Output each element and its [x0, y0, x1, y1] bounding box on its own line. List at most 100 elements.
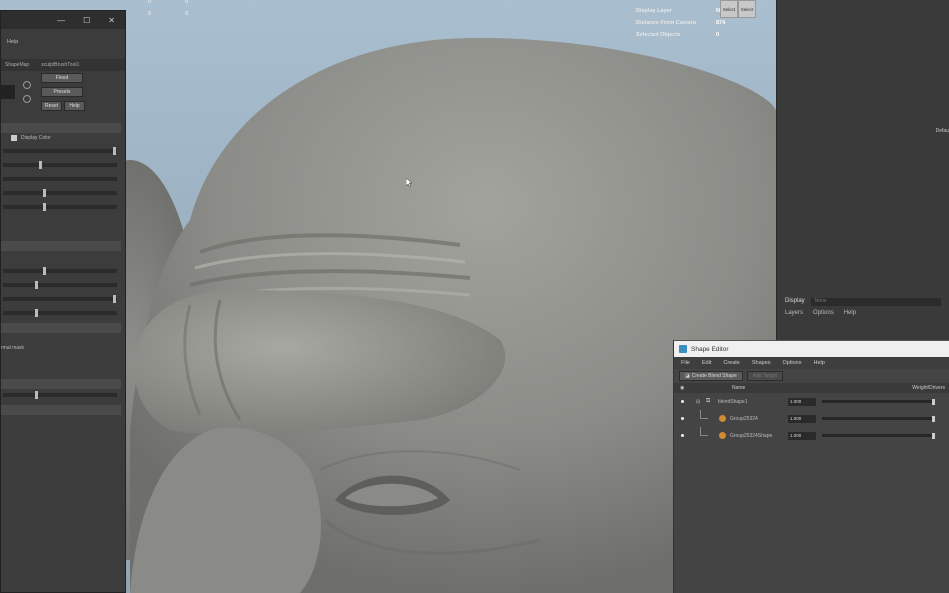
slider-handle[interactable] [932, 398, 935, 405]
visibility-icon[interactable] [681, 400, 684, 403]
presets-button[interactable]: Presets [41, 87, 83, 97]
brush-swatch [1, 85, 15, 99]
weight-slider[interactable] [822, 434, 934, 437]
slider[interactable] [3, 281, 117, 289]
display-field[interactable]: None [810, 298, 941, 306]
hud-value: 874 [716, 20, 726, 26]
menu-options[interactable]: Options [813, 310, 834, 316]
add-target-label: Add Target [752, 373, 777, 379]
display-color-label: Display Color [21, 135, 51, 141]
weight-value[interactable]: 1.000 [788, 414, 816, 423]
shape-editor-titlebar: Shape Editor [674, 341, 949, 357]
tool-settings-panel: — ☐ ✕ Help ShapeMap sculptBrushTool1 Flo… [0, 10, 126, 593]
menu-file[interactable]: File [681, 360, 690, 366]
hud-left: 0 0 0 0 [148, 0, 188, 20]
shape-editor-toolbar: ◪ Create Blend Shape Add Target [674, 369, 949, 383]
section-header[interactable] [1, 379, 121, 389]
reset-button[interactable]: Reset [41, 101, 62, 111]
display-label: Display [785, 298, 805, 304]
expand-icon[interactable]: ⊟ [696, 399, 700, 405]
slider[interactable] [3, 203, 117, 211]
mouse-cursor-icon [406, 178, 412, 187]
hud-right: Display LayerNo Distance From Camera874 … [636, 5, 725, 41]
section-header[interactable] [1, 241, 121, 251]
maximize-icon[interactable]: ☐ [83, 16, 90, 25]
shape-row[interactable]: Group25324 1.000 [674, 410, 949, 427]
menu-create[interactable]: Create [723, 360, 740, 366]
slider[interactable] [3, 267, 117, 275]
hud-key: Display Layer [636, 8, 672, 14]
tab-shapemap[interactable]: ShapeMap [5, 62, 29, 68]
name-column-header[interactable]: Name [732, 385, 745, 391]
add-target-button[interactable]: Add Target [746, 371, 783, 381]
help-label[interactable]: Help [7, 39, 18, 45]
menu-edit[interactable]: Edit [702, 360, 711, 366]
hud-value: 0 [148, 11, 152, 17]
radio-icon[interactable] [23, 95, 31, 103]
shape-name: blendShape1 [718, 398, 748, 405]
display-row: Display None [785, 298, 941, 306]
minimize-icon[interactable]: — [57, 16, 65, 25]
create-blend-shape-label: Create Blend Shape [691, 373, 737, 379]
weight-value[interactable]: 1.000 [788, 431, 816, 440]
shape-name: Group25324Shape [730, 432, 773, 439]
slider[interactable] [3, 309, 117, 317]
weight-slider[interactable] [822, 417, 934, 420]
select-button[interactable]: Select [720, 0, 738, 18]
create-blend-shape-button[interactable]: ◪ Create Blend Shape [679, 371, 743, 381]
hud-value: 0 [716, 32, 720, 38]
hud-value: 0 [185, 0, 189, 5]
shape-editor-menubar: File Edit Create Shapes Options Help [674, 357, 949, 369]
slider[interactable] [3, 161, 117, 169]
weight-column-header[interactable]: Weight/Drivers [912, 385, 945, 391]
window-title: Shape Editor [691, 345, 729, 353]
menu-help[interactable]: Help [844, 310, 856, 316]
slider[interactable] [3, 177, 117, 181]
hud-value: 0 [185, 11, 189, 17]
help-button[interactable]: Help [64, 101, 85, 111]
layer-menu: Layers Options Help [785, 310, 856, 316]
blend-icon: ◪ [685, 373, 690, 379]
shape-editor-window: Shape Editor File Edit Create Shapes Opt… [673, 340, 949, 593]
shape-list-header: ◉ Name Weight/Drivers [674, 383, 949, 393]
hud-select-buttons[interactable]: Select Select [720, 0, 756, 18]
slider[interactable] [3, 147, 117, 155]
target-icon [719, 432, 726, 439]
slider[interactable] [3, 295, 117, 303]
slider-handle[interactable] [932, 432, 935, 439]
visibility-icon[interactable] [681, 434, 684, 437]
menu-help[interactable]: Help [814, 360, 825, 366]
menu-layers[interactable]: Layers [785, 310, 803, 316]
hud-key: Selected Objects [636, 32, 681, 38]
tree-connector [700, 418, 708, 419]
weight-value[interactable]: 1.000 [788, 397, 816, 406]
target-icon [719, 415, 726, 422]
radio-icon[interactable] [23, 81, 31, 89]
shape-row[interactable]: Group25324Shape 1.000 [674, 427, 949, 444]
slider[interactable] [3, 391, 117, 399]
section-header[interactable] [1, 123, 121, 133]
layer-editor-panel: Defau Display None Layers Options Help [776, 0, 949, 340]
visibility-icon[interactable] [681, 417, 684, 420]
section-header[interactable] [1, 323, 121, 333]
slider-handle[interactable] [932, 415, 935, 422]
tree-connector [700, 435, 708, 436]
menu-shapes[interactable]: Shapes [752, 360, 771, 366]
tool-tabs: ShapeMap sculptBrushTool1 [1, 59, 125, 71]
display-color-checkbox[interactable] [11, 135, 17, 141]
hud-key: Distance From Camera [636, 20, 696, 26]
blendshape-icon: ⧉ [706, 398, 711, 404]
section-header[interactable] [1, 405, 121, 415]
edge-label: Defau [935, 128, 949, 134]
slider[interactable] [3, 189, 117, 197]
close-icon[interactable]: ✕ [108, 16, 115, 25]
weight-slider[interactable] [822, 400, 934, 403]
select-button[interactable]: Select [738, 0, 756, 18]
hud-value: 0 [148, 0, 152, 5]
eye-column-icon: ◉ [680, 385, 685, 391]
tool-settings-titlebar: — ☐ ✕ [1, 11, 125, 29]
tab-sculpt-brush[interactable]: sculptBrushTool1 [41, 62, 79, 68]
shape-row[interactable]: ⊟ ⧉ blendShape1 1.000 [674, 393, 949, 410]
flood-button[interactable]: Flood [41, 73, 83, 83]
menu-options[interactable]: Options [783, 360, 802, 366]
